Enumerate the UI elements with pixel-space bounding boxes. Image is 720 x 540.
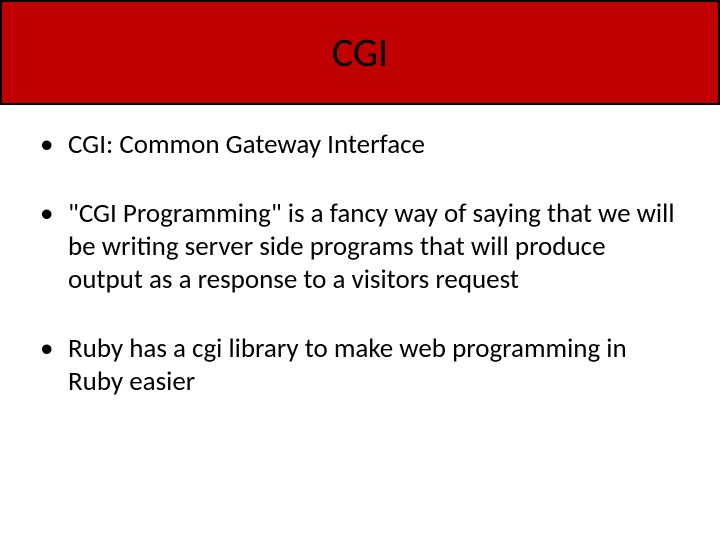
bullet-text: Ruby has a cgi library to make web progr… (68, 333, 680, 399)
bullet-text: "CGI Programming" is a fancy way of sayi… (68, 198, 680, 297)
slide-title: CGI (332, 28, 388, 77)
bullet-text: CGI: Common Gateway Interface (68, 129, 680, 162)
bullet-icon: • (40, 333, 68, 366)
list-item: • CGI: Common Gateway Interface (40, 129, 680, 162)
bullet-icon: • (40, 198, 68, 231)
bullet-icon: • (40, 129, 68, 162)
list-item: • "CGI Programming" is a fancy way of sa… (40, 198, 680, 297)
slide-body: • CGI: Common Gateway Interface • "CGI P… (0, 105, 720, 399)
title-bar: CGI (0, 0, 720, 105)
list-item: • Ruby has a cgi library to make web pro… (40, 333, 680, 399)
